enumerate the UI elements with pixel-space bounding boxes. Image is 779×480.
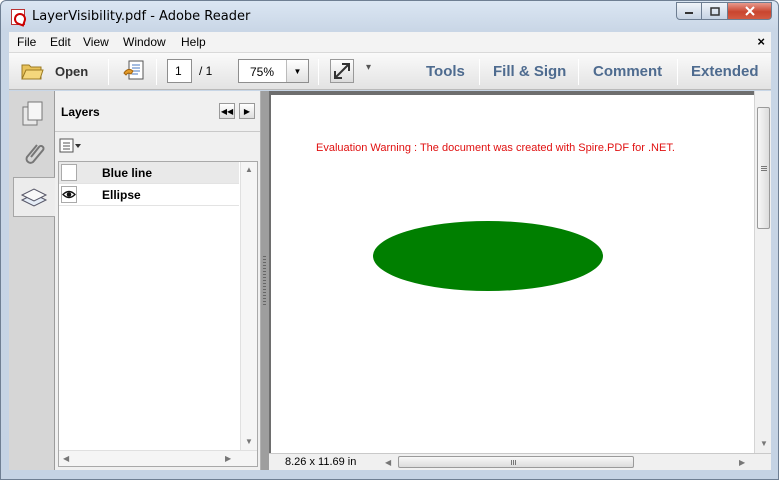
pages-nav-button[interactable]	[13, 95, 53, 135]
collapse-panel-button[interactable]: ◀◀	[219, 103, 235, 119]
toolbar-separator	[578, 59, 579, 85]
tools-pane-link[interactable]: Tools	[426, 63, 465, 80]
menu-view[interactable]: View	[83, 35, 109, 49]
open-button[interactable]: Open	[55, 64, 88, 79]
navigation-pane	[9, 91, 55, 470]
pdf-document-icon	[11, 9, 25, 25]
toolbar-separator	[479, 59, 480, 85]
ellipse-shape	[373, 221, 603, 291]
scroll-left-icon[interactable]: ◀	[63, 454, 69, 463]
zoom-select[interactable]: 75% ▼	[238, 59, 309, 83]
attachments-nav-button[interactable]	[13, 135, 53, 175]
app-window: LayerVisibility.pdf - Adobe Reader File …	[0, 0, 779, 480]
chevron-right-icon: ▶	[243, 106, 251, 116]
zoom-value: 75%	[250, 65, 275, 79]
fit-page-button[interactable]	[330, 59, 354, 83]
vertical-scroll-thumb[interactable]	[757, 107, 770, 229]
horizontal-scroll-thumb[interactable]	[398, 456, 634, 468]
menu-window[interactable]: Window	[123, 35, 166, 49]
minimize-icon	[685, 12, 693, 14]
layers-vertical-scrollbar[interactable]: ▲ ▼	[240, 162, 257, 452]
layer-row[interactable]: Ellipse	[59, 184, 239, 206]
layer-name: Blue line	[102, 166, 153, 180]
scroll-right-icon[interactable]: ▶	[225, 454, 231, 463]
layer-options-icon[interactable]	[59, 138, 83, 154]
scroll-right-icon[interactable]: ▶	[739, 458, 745, 467]
maximize-button[interactable]	[702, 2, 728, 20]
splitter-grip[interactable]	[263, 256, 266, 306]
document-view: Evaluation Warning : The document was cr…	[269, 91, 754, 453]
layer-row[interactable]: Blue line	[59, 162, 239, 184]
title-bar: LayerVisibility.pdf - Adobe Reader	[1, 1, 778, 32]
folder-open-icon[interactable]	[21, 62, 44, 80]
close-document-button[interactable]: ×	[757, 34, 765, 49]
pane-splitter[interactable]	[261, 91, 269, 470]
toolbar-separator	[156, 59, 157, 85]
pages-icon	[22, 101, 43, 126]
grip-icon	[761, 166, 767, 171]
layers-panel-title: Layers	[61, 105, 100, 119]
layer-visibility-toggle[interactable]	[61, 186, 77, 203]
layer-visibility-toggle[interactable]	[61, 164, 77, 181]
minimize-button[interactable]	[676, 2, 702, 20]
layers-nav-button[interactable]	[13, 177, 55, 217]
create-pdf-icon[interactable]	[123, 59, 145, 83]
double-chevron-left-icon: ◀◀	[220, 106, 234, 116]
extended-pane-link[interactable]: Extended	[691, 63, 759, 80]
menu-file[interactable]: File	[17, 35, 36, 49]
panel-divider	[55, 131, 260, 132]
fill-sign-pane-link[interactable]: Fill & Sign	[493, 63, 566, 80]
page-total: / 1	[199, 64, 213, 78]
scroll-up-icon[interactable]: ▲	[245, 165, 253, 174]
maximize-icon	[709, 6, 720, 16]
scroll-down-icon[interactable]: ▼	[760, 439, 768, 448]
fit-page-icon	[334, 63, 350, 79]
layers-list: Blue line Ellipse ▲ ▼ ◀ ▶	[58, 161, 258, 467]
layers-panel: Layers ◀◀ ▶ Blue line Ellipse ▲ ▼ ◀ ▶	[55, 91, 261, 470]
close-window-button[interactable]	[728, 2, 772, 20]
layers-icon	[20, 188, 48, 207]
pdf-page[interactable]: Evaluation Warning : The document was cr…	[271, 95, 754, 453]
attachments-icon	[25, 144, 45, 164]
scroll-down-icon[interactable]: ▼	[245, 437, 253, 446]
toolbar-separator	[677, 59, 678, 85]
window-title: LayerVisibility.pdf - Adobe Reader	[32, 9, 251, 24]
toolbar-separator	[318, 59, 319, 85]
status-bar: 8.26 x 11.69 in ◀ ▶	[269, 453, 771, 470]
evaluation-warning: Evaluation Warning : The document was cr…	[316, 142, 675, 154]
document-vertical-scrollbar[interactable]: ▼	[754, 91, 771, 453]
close-icon	[744, 6, 755, 16]
chevron-down-icon[interactable]: ▼	[286, 60, 308, 82]
menu-help[interactable]: Help	[181, 35, 206, 49]
document-horizontal-scrollbar[interactable]: ◀ ▶	[381, 454, 753, 470]
toolbar-separator	[108, 59, 109, 85]
toolbar-overflow-icon[interactable]: ▾	[366, 62, 371, 73]
eye-icon	[62, 190, 76, 199]
expand-panel-button[interactable]: ▶	[239, 103, 255, 119]
grip-icon	[511, 460, 517, 465]
toolbar: Open 1 / 1 75% ▼ ▾ Tools Fill & Sign Com…	[9, 53, 771, 90]
layer-name: Ellipse	[102, 188, 141, 202]
menu-bar: File Edit View Window Help ×	[9, 32, 771, 53]
window-controls	[676, 2, 772, 20]
layers-horizontal-scrollbar[interactable]: ◀ ▶	[59, 450, 257, 466]
page-size-label: 8.26 x 11.69 in	[285, 456, 357, 468]
page-number-input[interactable]: 1	[167, 59, 192, 83]
comment-pane-link[interactable]: Comment	[593, 63, 662, 80]
scroll-left-icon[interactable]: ◀	[385, 458, 391, 467]
menu-edit[interactable]: Edit	[50, 35, 71, 49]
